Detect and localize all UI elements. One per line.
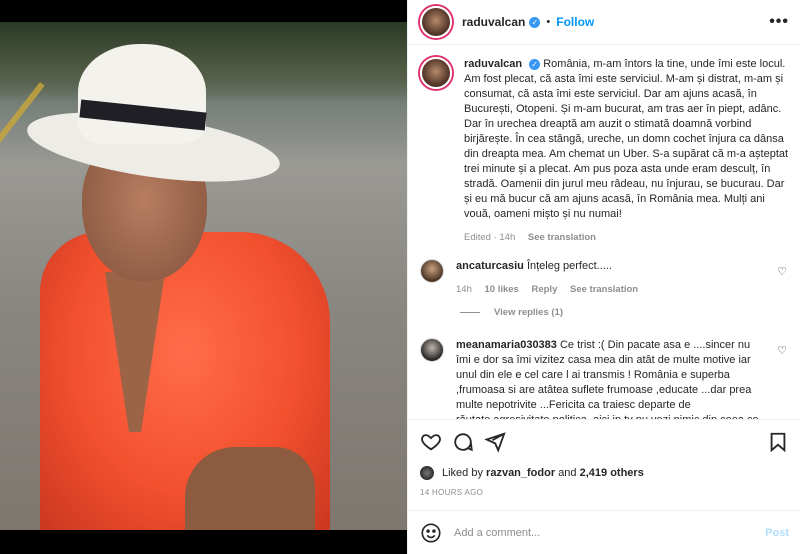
post-photo[interactable] — [0, 22, 407, 530]
comment-item: ancaturcasiu Înțeleg perfect..... 14h 10… — [420, 259, 789, 297]
share-icon[interactable] — [484, 431, 506, 453]
bookmark-icon[interactable] — [767, 431, 789, 453]
action-icons — [420, 430, 789, 454]
comment-username[interactable]: ancaturcasiu — [456, 260, 524, 272]
view-replies-label[interactable]: View replies (1) — [494, 307, 563, 318]
post-detail-panel: raduvalcan ✓ • Follow ••• raduvalcan ✓ R… — [407, 0, 800, 554]
like-heart-icon[interactable] — [420, 431, 442, 453]
liked-user[interactable]: razvan_fodor — [486, 467, 555, 479]
post-timestamp[interactable]: 14 HOURS AGO — [420, 488, 789, 497]
comment-reply-button[interactable]: Reply — [531, 284, 557, 295]
separator-dot: • — [546, 16, 551, 28]
comment-like-icon[interactable]: ♡ — [775, 265, 789, 297]
photo-bottom-bar — [0, 530, 407, 554]
caption: raduvalcan ✓ România, m-am întors la tin… — [420, 57, 789, 245]
liked-and: and — [558, 467, 577, 479]
comment-like-icon[interactable]: ♡ — [775, 344, 789, 419]
follow-button[interactable]: Follow — [556, 15, 594, 29]
liked-by: Liked by razvan_fodor and 2,419 others — [420, 466, 789, 480]
caption-text: România, m-am întors la tine, unde îmi e… — [464, 58, 789, 220]
comment-time: 14h — [456, 284, 472, 295]
liked-others[interactable]: 2,419 others — [580, 467, 644, 479]
caption-see-translation[interactable]: See translation — [528, 232, 596, 243]
comments-section[interactable]: raduvalcan ✓ România, m-am întors la tin… — [408, 45, 800, 419]
author-username[interactable]: raduvalcan — [462, 15, 525, 29]
photo-hat-crown — [78, 44, 206, 144]
add-comment-bar: Post — [408, 510, 800, 554]
post-button[interactable]: Post — [765, 527, 789, 539]
verified-icon: ✓ — [529, 58, 541, 70]
more-options-icon[interactable]: ••• — [769, 13, 789, 31]
view-replies-button[interactable]: View replies (1) — [460, 307, 789, 318]
comment-text: Ce trist :( Din pacate asa e ....sincer … — [456, 339, 759, 419]
comment-avatar[interactable] — [420, 338, 444, 362]
comment-see-translation[interactable]: See translation — [570, 284, 638, 295]
author-avatar[interactable] — [420, 6, 452, 38]
comment-input[interactable] — [452, 525, 766, 540]
comment-text: Înțeleg perfect..... — [526, 260, 612, 272]
caption-meta: Edited · 14h See translation — [464, 230, 789, 245]
caption-edited: Edited · 14h — [464, 232, 516, 243]
caption-avatar[interactable] — [420, 57, 452, 89]
comment-likes[interactable]: 10 likes — [485, 284, 519, 295]
comment-avatar[interactable] — [420, 259, 444, 283]
caption-username[interactable]: raduvalcan — [464, 58, 522, 70]
liked-prefix: Liked by — [442, 467, 483, 479]
post-header: raduvalcan ✓ • Follow ••• — [408, 0, 800, 45]
liked-by-avatar[interactable] — [420, 466, 434, 480]
comment-username[interactable]: meanamaria030383 — [456, 339, 557, 351]
comment-icon[interactable] — [452, 431, 474, 453]
photo-arm — [185, 447, 315, 530]
emoji-icon[interactable] — [420, 522, 442, 544]
comment-item: meanamaria030383 Ce trist :( Din pacate … — [420, 338, 789, 419]
verified-icon: ✓ — [529, 16, 541, 28]
comment-meta: 14h 10 likes Reply See translation — [456, 282, 767, 297]
view-replies-line — [460, 312, 480, 313]
